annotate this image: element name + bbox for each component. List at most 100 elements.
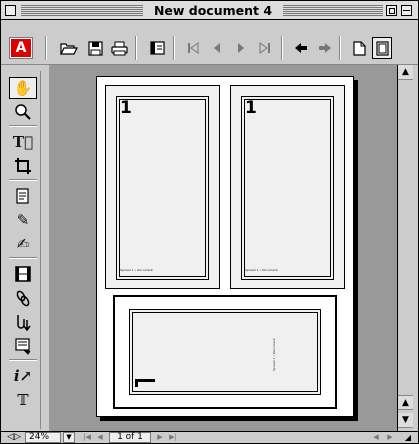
palette-divider xyxy=(9,257,37,259)
window-title: New document 4 xyxy=(143,2,283,19)
first-page-icon[interactable]: |◀ xyxy=(81,432,93,443)
crop-tool-icon xyxy=(15,158,31,174)
form-tool[interactable] xyxy=(9,335,37,357)
title-bar-stripes xyxy=(21,5,143,16)
vertical-scrollbar[interactable]: ▲ ▲ ▼ xyxy=(397,65,413,431)
zoom-tool-icon xyxy=(15,104,31,120)
pencil-tool-icon: ✎ xyxy=(16,210,30,229)
text-select-tool-icon: T⃞ xyxy=(12,132,34,151)
page-indicator[interactable]: 1 of 1 xyxy=(109,432,151,443)
show-hide-navigation-button[interactable] xyxy=(147,37,167,59)
corner-mark xyxy=(135,379,155,382)
toolbar-divider xyxy=(339,36,341,60)
first-page-button[interactable] xyxy=(183,37,203,59)
actual-size-icon xyxy=(352,40,366,56)
title-bar-stripes xyxy=(283,5,383,16)
previous-page-button[interactable] xyxy=(207,37,227,59)
fit-page-icon xyxy=(375,40,389,56)
text-frame-outer xyxy=(241,96,334,280)
scroll-right-arrow-icon[interactable]: ▶ xyxy=(385,432,395,443)
go-forward-button[interactable] xyxy=(315,37,335,59)
crop-tool[interactable] xyxy=(9,155,37,177)
go-forward-icon xyxy=(319,43,331,53)
note-tool[interactable] xyxy=(9,185,37,207)
open-icon xyxy=(60,43,78,55)
tool-palette: ✋ T⃞ ✎ ✍ i↗ 𝕋 xyxy=(5,71,41,429)
previous-page-icon[interactable]: ◀ xyxy=(95,432,105,443)
first-page-icon xyxy=(188,42,199,54)
text-frame-inner xyxy=(119,99,206,277)
next-page-button[interactable] xyxy=(231,37,251,59)
link-tool-icon xyxy=(16,290,30,306)
toolbar-divider xyxy=(135,36,137,60)
page-number: 1 xyxy=(245,98,257,118)
previous-page-icon xyxy=(214,43,220,53)
scroll-up-arrow-icon[interactable]: ▲ xyxy=(398,395,413,410)
close-box-icon[interactable] xyxy=(5,5,16,16)
last-page-icon[interactable]: ▶| xyxy=(167,432,179,443)
touchup-text-tool[interactable]: i↗ xyxy=(9,365,37,387)
zoom-box-icon[interactable] xyxy=(386,5,397,16)
save-button[interactable] xyxy=(85,37,105,59)
toolbar-divider xyxy=(173,36,175,60)
last-page-icon xyxy=(259,42,270,54)
page-thumbnail-1[interactable]: 1 Spread 1 • Document xyxy=(105,85,220,289)
toolbar-divider xyxy=(45,36,47,60)
last-page-button[interactable] xyxy=(255,37,275,59)
palette-divider xyxy=(9,179,37,181)
text-frame-inner xyxy=(244,99,331,277)
hand-tool-icon: ✋ xyxy=(13,78,33,97)
page-thumbnail-3[interactable]: Spread 1 • Document xyxy=(113,295,337,409)
page-sheet: 1 Spread 1 • Document 1 Spread 1 • Docum… xyxy=(96,76,354,417)
document-view[interactable]: 1 Spread 1 • Document 1 Spread 1 • Docum… xyxy=(49,65,397,431)
scroll-left-arrow-icon[interactable]: ◀ xyxy=(371,432,381,443)
text-frame-tool-icon: 𝕋 xyxy=(17,390,29,409)
collapse-box-icon[interactable] xyxy=(401,5,412,16)
show-hide-navigation-icon xyxy=(149,41,165,55)
highlight-tool[interactable]: ✍ xyxy=(9,233,37,255)
scroll-down-arrow-icon[interactable]: ▼ xyxy=(398,413,413,428)
page-number: 1 xyxy=(120,98,132,118)
save-icon xyxy=(87,40,103,56)
go-back-icon xyxy=(295,43,307,53)
thread-tool[interactable] xyxy=(9,311,37,333)
pencil-tool[interactable]: ✎ xyxy=(9,209,37,231)
title-bar[interactable]: New document 4 xyxy=(1,1,418,20)
thread-tool-icon xyxy=(17,314,31,331)
resize-grip-icon[interactable]: ◢ xyxy=(401,432,415,443)
split-handle-icon[interactable]: ◁▷ xyxy=(7,432,21,443)
page-footer-text: Spread 1 • Document xyxy=(245,268,278,272)
link-tool[interactable] xyxy=(9,287,37,309)
movie-tool[interactable] xyxy=(9,263,37,285)
page-thumbnail-2[interactable]: 1 Spread 1 • Document xyxy=(230,85,345,289)
adobe-logo-icon[interactable]: A xyxy=(9,37,33,59)
text-select-tool[interactable]: T⃞ xyxy=(9,131,37,153)
text-frame-outer xyxy=(129,309,321,395)
page-footer-text: Spread 1 • Document xyxy=(120,268,153,272)
movie-tool-icon xyxy=(15,266,31,282)
hand-tool[interactable]: ✋ xyxy=(9,77,37,99)
print-icon xyxy=(110,41,128,55)
go-back-button[interactable] xyxy=(291,37,311,59)
zoom-tool[interactable] xyxy=(9,101,37,123)
palette-divider xyxy=(9,125,37,127)
text-frame-outer xyxy=(116,96,209,280)
actual-size-button[interactable] xyxy=(349,37,369,59)
zoom-menu-chevron-down-icon[interactable]: ▼ xyxy=(63,432,75,443)
zoom-field[interactable]: 24% xyxy=(25,432,61,443)
highlight-tool-icon: ✍ xyxy=(16,234,30,253)
scroll-up-arrow-icon[interactable]: ▲ xyxy=(398,65,413,80)
form-tool-icon xyxy=(15,337,31,355)
fit-page-button[interactable] xyxy=(372,37,392,59)
next-page-icon[interactable]: ▶ xyxy=(155,432,165,443)
status-bar: ◁▷ 24% ▼ |◀ ◀ 1 of 1 ▶ ▶| ◀ ▶ ◢ xyxy=(1,431,418,443)
page-footer-text: Spread 1 • Document xyxy=(272,338,276,371)
document-window: New document 4 A ✋ T⃞ ✎ ✍ i↗ 𝕋 1 Spread … xyxy=(0,0,419,444)
toolbar: A xyxy=(1,21,418,65)
print-button[interactable] xyxy=(109,37,129,59)
adobe-logo-letter: A xyxy=(11,39,31,57)
text-frame-tool[interactable]: 𝕋 xyxy=(9,389,37,411)
toolbar-divider xyxy=(281,36,283,60)
open-button[interactable] xyxy=(59,37,79,59)
text-frame-inner xyxy=(132,312,318,392)
